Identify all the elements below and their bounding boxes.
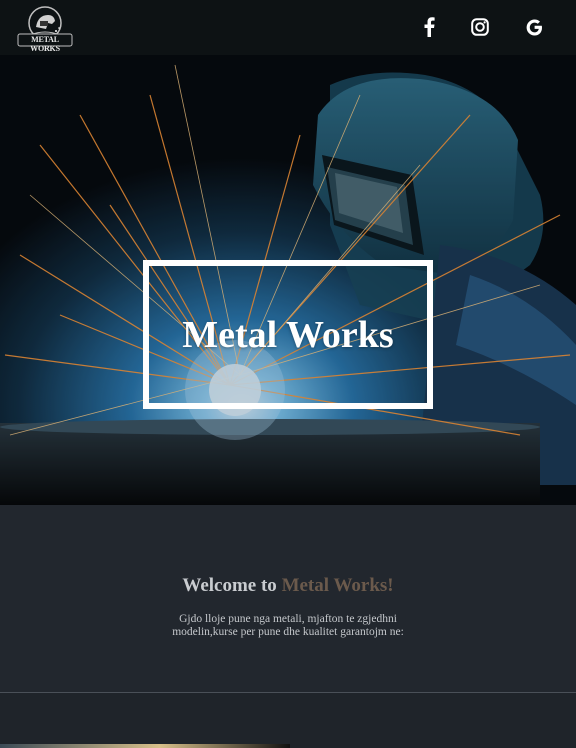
- welcome-heading: Welcome to Metal Works!: [0, 575, 576, 597]
- welcome-section: Welcome to Metal Works! Gjdo lloje pune …: [0, 505, 576, 692]
- welcome-heading-prefix: Welcome to: [182, 575, 282, 596]
- google-icon: [526, 19, 542, 35]
- google-link[interactable]: [521, 14, 547, 40]
- instagram-link[interactable]: [467, 14, 493, 40]
- hero-title: Metal Works: [182, 313, 394, 356]
- facebook-link[interactable]: [416, 14, 442, 40]
- navbar: METAL WORKS: [0, 0, 576, 55]
- facebook-icon: [424, 17, 435, 37]
- logo[interactable]: METAL WORKS: [16, 5, 74, 53]
- next-section-image-edge: [0, 744, 290, 748]
- instagram-icon: [471, 18, 489, 36]
- next-section: [0, 693, 576, 748]
- welcome-heading-accent: Metal Works!: [281, 575, 394, 596]
- logo-text: METAL WORKS: [30, 35, 60, 53]
- welcome-description: Gjdo lloje pune nga metali, mjafton te z…: [172, 613, 404, 638]
- hero-title-wrapper: Metal Works: [143, 260, 433, 409]
